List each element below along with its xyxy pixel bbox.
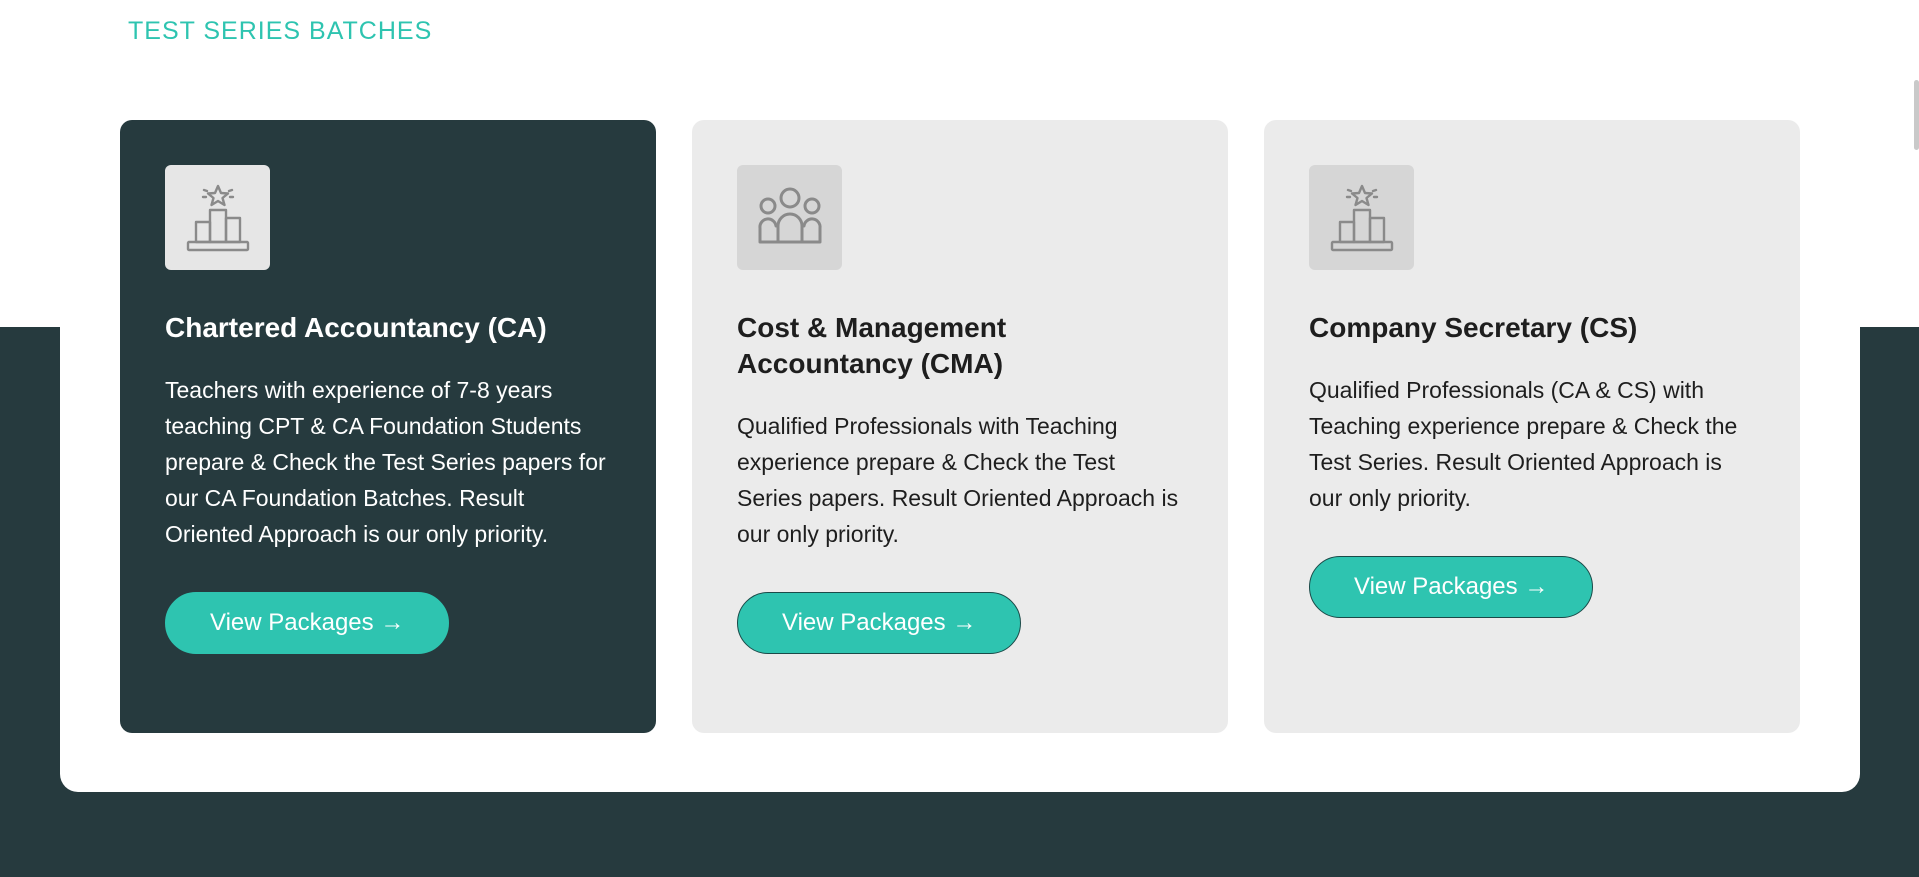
card-title: Chartered Accountancy (CA) [165,312,547,343]
card-description: Qualified Professionals (CA & CS) with T… [1309,377,1738,511]
view-packages-button[interactable]: View Packages → [737,592,1022,654]
section-label: TEST SERIES BATCHES [128,17,433,45]
view-packages-button[interactable]: View Packages → [1309,556,1594,618]
card-icon-box [737,165,842,270]
card-description: Qualified Professionals with Teaching ex… [737,413,1179,547]
podium-star-icon [1330,184,1393,251]
card-description: Teachers with experience of 7-8 years te… [165,377,606,547]
card-ca: Chartered Accountancy (CA) Teachers with… [120,120,656,733]
card-title: Cost & Management Accountancy (CMA) [737,312,1007,379]
view-packages-button[interactable]: View Packages → [165,592,450,654]
users-group-icon [757,187,822,243]
card-cma: Cost & Management Accountancy (CMA) Qual… [692,120,1228,733]
scrollbar-thumb[interactable] [1914,80,1919,150]
podium-star-icon [186,184,249,251]
card-icon-box [165,165,270,270]
card-cs: Company Secretary (CS) Qualified Profess… [1264,120,1800,733]
card-icon-box [1309,165,1414,270]
card-title: Company Secretary (CS) [1309,312,1638,343]
